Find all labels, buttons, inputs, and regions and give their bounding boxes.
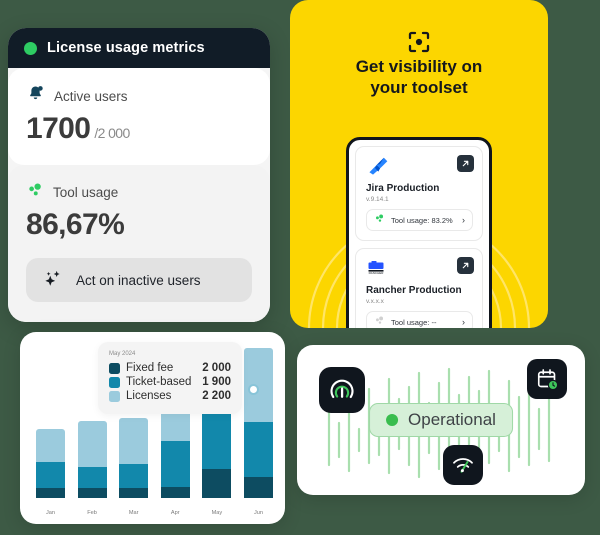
act-on-inactive-users-label: Act on inactive users	[76, 272, 201, 288]
x-axis-tick-label: Jun	[253, 510, 263, 516]
sparkles-icon	[42, 268, 64, 293]
status-badge: Operational	[369, 403, 513, 437]
chart-segment	[243, 422, 273, 477]
chart-bar-mar[interactable]	[119, 418, 149, 498]
bell-badge-icon	[26, 84, 45, 108]
svg-text:RANCHER: RANCHER	[369, 271, 385, 275]
chart-segment	[243, 476, 273, 498]
x-axis-tick-label: Jan	[45, 510, 56, 516]
chart-x-axis: Jan Feb Mar Apr May Jun	[36, 510, 273, 516]
status-dot-icon	[24, 41, 37, 55]
active-users-value-row: 1700 /2 000	[26, 112, 252, 147]
phone-mockup: Jira Production v.9.14.1 Tool usage: 83.…	[346, 137, 492, 328]
chart-segment	[36, 429, 65, 463]
page-title: License usage metrics	[47, 40, 205, 56]
chart-segment	[36, 488, 65, 498]
tooltip-series-value: 2 200	[202, 390, 231, 402]
tooltip-series-value: 1 900	[202, 376, 231, 388]
active-users-label-row: Active users	[26, 84, 252, 108]
x-axis-tick-label: May	[211, 510, 223, 516]
tooltip-row: Licenses 2 200	[109, 390, 231, 402]
status-label: Operational	[408, 410, 496, 429]
tooltip-row: Fixed fee 2 000	[109, 362, 231, 374]
chart-segment	[77, 420, 107, 467]
tool-card-rancher[interactable]: RANCHER Rancher Production v.x.x.x Tool …	[355, 248, 483, 328]
external-link-icon[interactable]	[457, 257, 474, 274]
tooltip-series-value: 2 000	[202, 362, 231, 374]
tool-name: Jira Production	[366, 183, 440, 194]
legend-swatch-icon	[109, 362, 120, 374]
billing-chart-card: Jan Feb Mar Apr May Jun May 2024 Fixed fee 2 0…	[20, 332, 285, 524]
tool-usage-panel: Tool usage 86,67% Act on inactive users	[8, 164, 270, 322]
tool-usage-value: 86,67%	[26, 207, 125, 241]
tool-card-jira[interactable]: Jira Production v.9.14.1 Tool usage: 83.…	[355, 146, 483, 241]
tool-usage-label: Tool usage	[53, 184, 119, 200]
chart-segment	[77, 466, 107, 489]
tool-usage-value-row: 86,67%	[26, 208, 252, 243]
chart-segment	[119, 488, 149, 498]
tooltip-series-name: Ticket-based	[126, 376, 192, 388]
legend-swatch-icon	[109, 390, 120, 402]
chart-bar-jun[interactable]	[243, 348, 273, 498]
dots-cluster-icon	[26, 181, 44, 204]
composition-stage: License usage metrics Active users 1700 …	[0, 0, 600, 535]
chart-segment	[119, 463, 149, 488]
chart-bar-feb[interactable]	[77, 420, 107, 498]
visibility-title: Get visibility on your toolset	[355, 57, 483, 98]
dots-cluster-icon	[374, 211, 385, 229]
license-usage-card: License usage metrics Active users 1700 …	[8, 28, 270, 322]
tool-usage-label-row: Tool usage	[26, 181, 252, 204]
tooltip-row: Ticket-based 1 900	[109, 376, 231, 388]
external-link-icon[interactable]	[457, 155, 474, 172]
visibility-card: Get visibility on your toolset Jira Prod…	[290, 0, 548, 328]
chart-segment	[77, 488, 107, 498]
focus-scan-icon	[407, 30, 431, 59]
gauge-icon	[319, 367, 365, 413]
status-dot-icon	[386, 414, 399, 426]
tooltip-series-name: Fixed fee	[126, 362, 174, 374]
dots-cluster-icon	[374, 313, 385, 328]
speed-meter-icon	[443, 445, 483, 485]
chart-hover-marker	[248, 384, 259, 395]
chevron-right-icon: ›	[462, 317, 465, 327]
active-users-value: 1700	[26, 112, 91, 145]
tool-usage-text: Tool usage: 83.2%	[391, 215, 453, 225]
calendar-clock-icon	[527, 359, 567, 399]
tool-usage-pill[interactable]: Tool usage: 83.2% ›	[366, 209, 473, 231]
license-card-header: License usage metrics	[8, 28, 270, 68]
chart-segment	[160, 440, 190, 487]
x-axis-tick-label: Apr	[170, 510, 180, 516]
tooltip-date: May 2024	[109, 351, 136, 357]
chart-segment	[36, 462, 65, 489]
chart-bar-jan[interactable]	[36, 429, 65, 498]
active-users-limit: /2 000	[94, 125, 130, 141]
x-axis-tick-label: Feb	[87, 510, 97, 516]
tool-usage-text: Tool usage: --	[391, 317, 437, 327]
chart-segment	[160, 486, 190, 498]
operational-status-card: Operational	[297, 345, 585, 495]
tool-usage-pill[interactable]: Tool usage: -- ›	[366, 311, 473, 328]
x-axis-tick-label: Mar	[128, 510, 139, 516]
chart-tooltip: May 2024 Fixed fee 2 000 Ticket-based 1 900…	[98, 342, 242, 414]
chart-segment	[202, 469, 232, 498]
chevron-right-icon: ›	[462, 215, 465, 225]
active-users-label: Active users	[54, 88, 128, 104]
tooltip-series-name: Licenses	[126, 390, 172, 402]
act-on-inactive-users-button[interactable]: Act on inactive users	[26, 258, 252, 302]
legend-swatch-icon	[109, 376, 120, 388]
tool-version: v.x.x.x	[366, 298, 384, 305]
tool-name: Rancher Production	[366, 285, 462, 296]
chart-segment	[119, 418, 149, 464]
active-users-panel: Active users 1700 /2 000	[8, 68, 270, 165]
tool-version: v.9.14.1	[366, 196, 389, 203]
